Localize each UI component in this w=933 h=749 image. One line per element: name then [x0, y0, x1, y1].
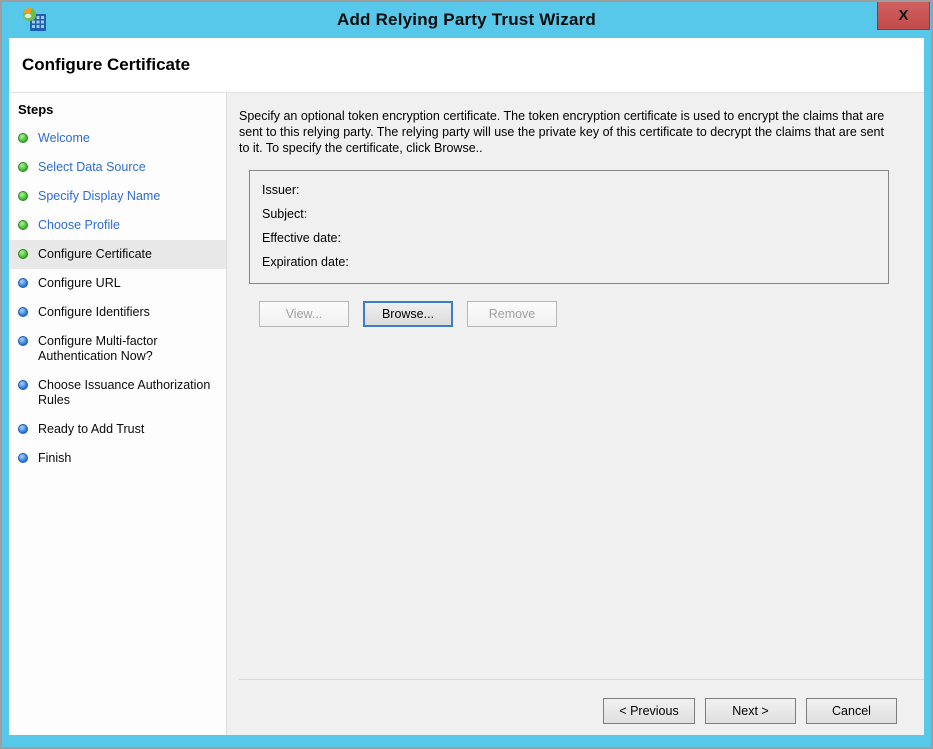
main-panel: Specify an optional token encryption cer…: [226, 93, 924, 735]
next-button[interactable]: Next >: [705, 698, 796, 724]
step-completed-icon: [18, 133, 28, 143]
certificate-effective-date-label: Effective date:: [262, 226, 876, 250]
sidebar-item-configure-certificate: Configure Certificate: [9, 240, 226, 269]
window-body: Configure Certificate Steps Welcome Sele…: [9, 38, 924, 735]
wizard-window: Add Relying Party Trust Wizard X Configu…: [0, 0, 933, 749]
sidebar-item-choose-profile[interactable]: Choose Profile: [9, 211, 226, 240]
close-button[interactable]: X: [877, 2, 930, 30]
certificate-expiration-date-label: Expiration date:: [262, 250, 876, 274]
step-label: Configure URL: [38, 276, 121, 291]
content-area: Steps Welcome Select Data Source Specify…: [9, 92, 924, 735]
sidebar-item-configure-identifiers: Configure Identifiers: [9, 298, 226, 327]
step-label: Choose Issuance Authorization Rules: [38, 378, 220, 408]
sidebar-item-finish: Finish: [9, 444, 226, 473]
step-pending-icon: [18, 453, 28, 463]
step-label: Welcome: [38, 131, 90, 146]
window-title: Add Relying Party Trust Wizard: [2, 10, 931, 30]
step-pending-icon: [18, 380, 28, 390]
step-pending-icon: [18, 424, 28, 434]
step-completed-icon: [18, 162, 28, 172]
sidebar-item-welcome[interactable]: Welcome: [9, 124, 226, 153]
remove-button: Remove: [467, 301, 557, 327]
step-completed-icon: [18, 220, 28, 230]
step-pending-icon: [18, 278, 28, 288]
titlebar: Add Relying Party Trust Wizard X: [2, 2, 931, 38]
step-label: Choose Profile: [38, 218, 120, 233]
certificate-details-box: Issuer: Subject: Effective date: Expirat…: [249, 170, 889, 284]
wizard-footer: < Previous Next > Cancel: [239, 679, 924, 735]
sidebar-item-select-data-source[interactable]: Select Data Source: [9, 153, 226, 182]
step-completed-icon: [18, 191, 28, 201]
view-button: View...: [259, 301, 349, 327]
sidebar-item-choose-issuance-rules: Choose Issuance Authorization Rules: [9, 371, 226, 415]
browse-button[interactable]: Browse...: [363, 301, 453, 327]
step-pending-icon: [18, 336, 28, 346]
step-label: Configure Multi-factor Authentication No…: [38, 334, 220, 364]
step-label: Ready to Add Trust: [38, 422, 144, 437]
step-pending-icon: [18, 307, 28, 317]
steps-heading: Steps: [9, 98, 226, 124]
step-label: Select Data Source: [38, 160, 146, 175]
step-label: Configure Certificate: [38, 247, 152, 262]
certificate-subject-label: Subject:: [262, 202, 876, 226]
sidebar-item-specify-display-name[interactable]: Specify Display Name: [9, 182, 226, 211]
certificate-actions: View... Browse... Remove: [259, 301, 924, 327]
steps-list: Welcome Select Data Source Specify Displ…: [9, 124, 226, 473]
sidebar-item-configure-mfa: Configure Multi-factor Authentication No…: [9, 327, 226, 371]
step-label: Finish: [38, 451, 71, 466]
certificate-issuer-label: Issuer:: [262, 178, 876, 202]
adfs-app-icon: [22, 7, 48, 33]
page-description: Specify an optional token encryption cer…: [239, 108, 889, 156]
previous-button[interactable]: < Previous: [603, 698, 695, 724]
header-band: Configure Certificate: [9, 38, 924, 92]
cancel-button[interactable]: Cancel: [806, 698, 897, 724]
page-title: Configure Certificate: [22, 55, 190, 75]
sidebar-item-ready-to-add-trust: Ready to Add Trust: [9, 415, 226, 444]
step-label: Specify Display Name: [38, 189, 160, 204]
step-label: Configure Identifiers: [38, 305, 150, 320]
step-completed-icon: [18, 249, 28, 259]
steps-sidebar: Steps Welcome Select Data Source Specify…: [9, 93, 226, 735]
sidebar-item-configure-url: Configure URL: [9, 269, 226, 298]
